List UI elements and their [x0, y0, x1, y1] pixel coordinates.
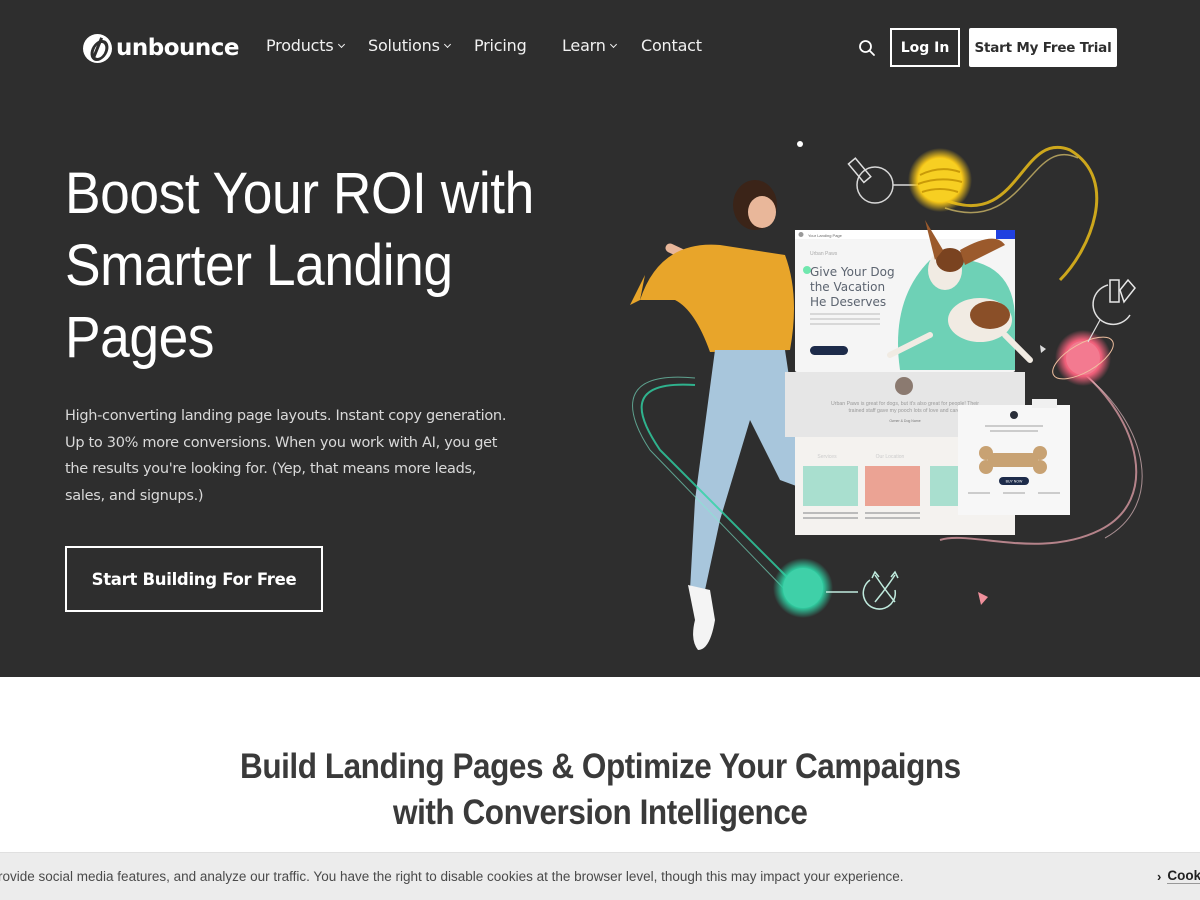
logo[interactable]: unbounce	[83, 33, 240, 63]
top-nav: unbounce Products Solutions Pricing Lear…	[0, 0, 1200, 95]
hero-title-line: Smarter Landing	[65, 233, 453, 298]
section-title: Build Landing Pages & Optimize Your Camp…	[0, 744, 1200, 836]
mockup-section-label: Services	[817, 454, 837, 460]
cookie-text: rovide social media features, and analyz…	[0, 869, 904, 884]
mockup-landing-page: Your Landing Page Urban Paws Give Your D…	[795, 220, 1033, 372]
star-dot	[797, 141, 803, 147]
nav-item-label: Solutions	[368, 36, 440, 55]
svg-text:trained staff gave my pooch lo: trained staff gave my pooch lots of love…	[849, 408, 962, 414]
nav-item-solutions[interactable]: Solutions	[368, 36, 451, 55]
mockup-brand: Urban Paws	[810, 251, 838, 257]
nav-item-label: Pricing	[474, 36, 527, 55]
hero-subtitle: High-converting landing page layouts. In…	[65, 408, 507, 504]
hero-illustration-svg: Your Landing Page Urban Paws Give Your D…	[630, 141, 1143, 650]
hero-title: Boost Your ROI with Smarter Landing Page…	[65, 158, 543, 374]
mockup-testimonial-text: Urban Paws is great for dogs, but it's a…	[831, 401, 979, 407]
nav-item-contact[interactable]: Contact	[641, 36, 702, 55]
chevron-down-icon	[337, 40, 345, 49]
chevron-right-icon: ›	[1157, 868, 1162, 884]
start-building-free-button[interactable]: Start Building For Free	[65, 546, 323, 612]
mockup-headline-line: Give Your Dog	[810, 265, 895, 279]
cookie-settings-link[interactable]: › Cook	[1157, 868, 1200, 884]
hero-section: unbounce Products Solutions Pricing Lear…	[0, 0, 1200, 677]
mockup-window-title: Your Landing Page	[808, 233, 843, 238]
mockup-section-label: Our Location	[876, 454, 905, 460]
nav-item-pricing[interactable]: Pricing	[474, 36, 527, 55]
mockup-buy-button: BUY NOW	[1006, 480, 1023, 484]
pencil-icon	[847, 157, 918, 204]
shuffle-icon	[826, 570, 899, 610]
logo-text: unbounce	[116, 35, 240, 61]
start-free-trial-button[interactable]: Start My Free Trial	[969, 28, 1117, 67]
chevron-down-icon	[443, 40, 451, 49]
chevron-down-icon	[609, 40, 617, 49]
nav-item-label: Products	[266, 36, 334, 55]
color-palette-icon	[1087, 278, 1136, 343]
login-button[interactable]: Log In	[890, 28, 960, 67]
logo-mark-icon	[83, 33, 112, 63]
nav-item-products[interactable]: Products	[266, 36, 345, 55]
mockup-testimonial-author: Owner & Dog Name	[889, 419, 920, 423]
hero-title-line: Boost Your ROI with	[65, 161, 534, 226]
mockup-headline-line: He Deserves	[810, 295, 886, 309]
nav-item-label: Learn	[562, 36, 606, 55]
mockup-headline-line: the Vacation	[810, 280, 885, 294]
cookie-banner: rovide social media features, and analyz…	[0, 852, 1200, 900]
cookie-link-label: Cook	[1167, 868, 1200, 884]
hero-illustration: Your Landing Page Urban Paws Give Your D…	[600, 120, 1200, 677]
nav-item-learn[interactable]: Learn	[562, 36, 617, 55]
triangle-shape	[978, 592, 988, 605]
section-title-line: with Conversion Intelligence	[392, 793, 808, 832]
mockup-product-card: BUY NOW	[958, 399, 1070, 515]
nav-item-label: Contact	[641, 36, 702, 55]
section-title-line: Build Landing Pages & Optimize Your Camp…	[239, 747, 961, 786]
hero-title-line: Pages	[65, 305, 215, 370]
search-icon[interactable]	[858, 39, 876, 57]
